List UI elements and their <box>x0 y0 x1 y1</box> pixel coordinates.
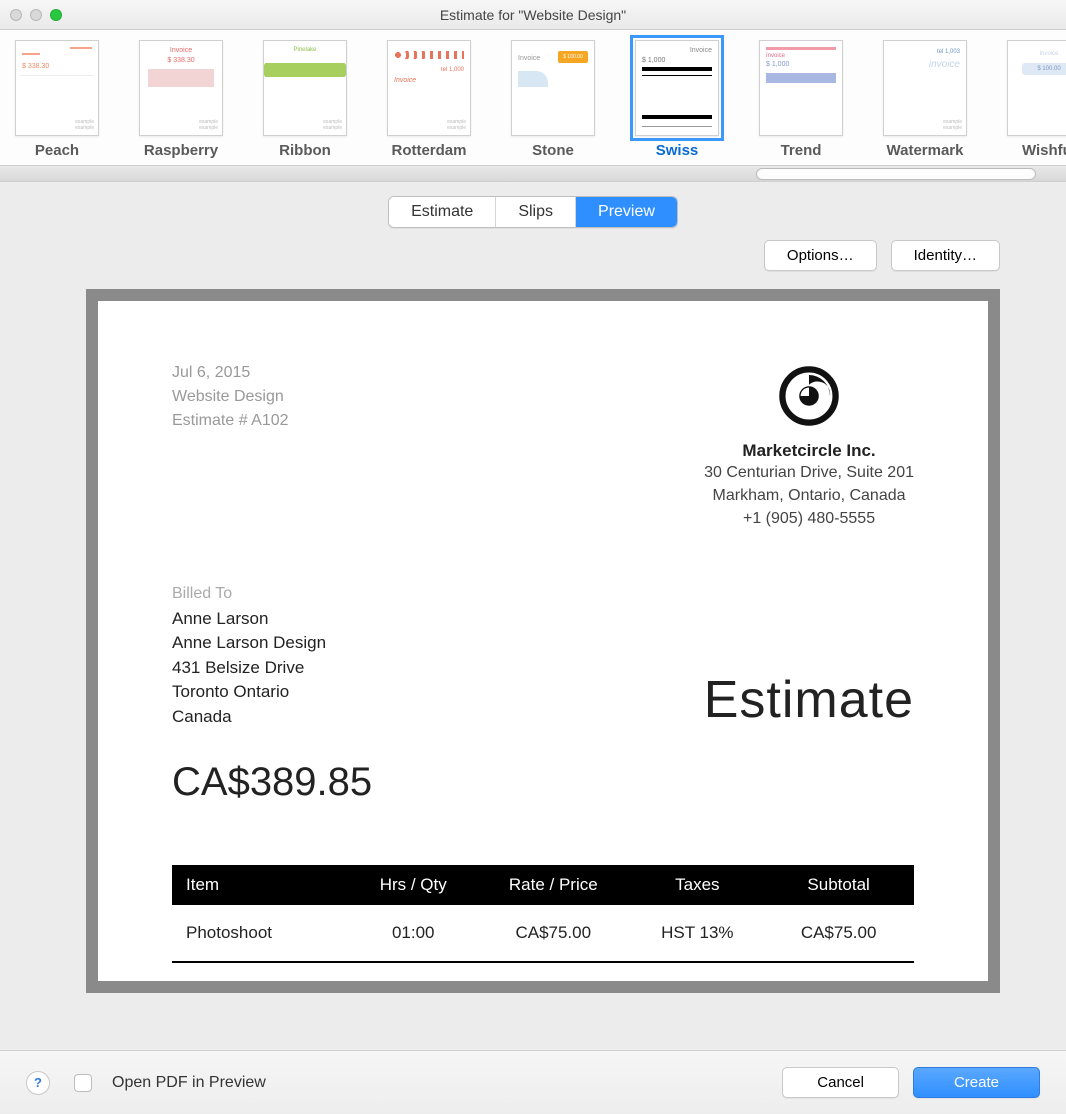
tab-preview[interactable]: Preview <box>576 197 677 227</box>
template-trend[interactable]: Invoice $ 1,000 Trend <box>754 40 848 159</box>
window-controls <box>10 9 62 21</box>
col-subtotal: Subtotal <box>763 865 914 905</box>
create-button[interactable]: Create <box>913 1067 1040 1098</box>
billto-country: Canada <box>172 705 326 730</box>
template-peach[interactable]: $ 338.30 exampleexample Peach <box>10 40 104 159</box>
titlebar: Estimate for "Website Design" <box>0 0 1066 30</box>
template-thumb: tel 1,003 invoice exampleexample <box>883 40 967 136</box>
billed-to-block: Billed To Anne Larson Anne Larson Design… <box>172 585 326 730</box>
col-taxes: Taxes <box>631 865 763 905</box>
items-table: Item Hrs / Qty Rate / Price Taxes Subtot… <box>172 865 914 981</box>
minimize-icon[interactable] <box>30 9 42 21</box>
template-label: Stone <box>532 142 574 159</box>
estimate-page: Jul 6, 2015 Website Design Estimate # A1… <box>98 301 988 981</box>
window-title: Estimate for "Website Design" <box>0 7 1066 23</box>
template-raspberry[interactable]: Invoice $ 338.30 exampleexample Raspberr… <box>134 40 228 159</box>
estimate-meta: Jul 6, 2015 Website Design Estimate # A1… <box>172 361 289 531</box>
billto-company: Anne Larson Design <box>172 631 326 656</box>
template-thumb: Invoice $ 338.30 exampleexample <box>139 40 223 136</box>
col-hrs: Hrs / Qty <box>351 865 475 905</box>
estimate-date: Jul 6, 2015 <box>172 361 289 385</box>
view-mode-segmented: Estimate Slips Preview <box>388 196 678 228</box>
template-label: Peach <box>35 142 79 159</box>
template-ribbon[interactable]: Pinelake exampleexample Ribbon <box>258 40 352 159</box>
company-logo-icon <box>774 361 844 431</box>
document-title: Estimate <box>704 670 914 730</box>
billed-to-label: Billed To <box>172 585 326 603</box>
template-label: Wishful <box>1022 142 1066 159</box>
template-thumb: $ 338.30 exampleexample <box>15 40 99 136</box>
view-mode-bar: Estimate Slips Preview <box>0 182 1066 234</box>
estimate-project: Website Design <box>172 385 289 409</box>
company-block: Marketcircle Inc. 30 Centurian Drive, Su… <box>704 361 914 531</box>
company-phone: +1 (905) 480-5555 <box>704 507 914 530</box>
billto-address1: 431 Belsize Drive <box>172 656 326 681</box>
grand-total: CA$389.85 <box>172 760 914 805</box>
template-label: Watermark <box>887 142 964 159</box>
template-scrollbar[interactable] <box>0 166 1066 182</box>
template-label: Ribbon <box>279 142 331 159</box>
template-thumb: tel 1,000 Invoice exampleexample <box>387 40 471 136</box>
template-wishful[interactable]: Invoice $ 100.00 Wishful <box>1002 40 1066 159</box>
template-stone[interactable]: $ 100.00 Invoice Stone <box>506 40 600 159</box>
close-icon[interactable] <box>10 9 22 21</box>
template-thumb: Invoice $ 100.00 <box>1007 40 1066 136</box>
company-address1: 30 Centurian Drive, Suite 201 <box>704 461 914 484</box>
tab-estimate[interactable]: Estimate <box>389 197 496 227</box>
template-strip: $ 338.30 exampleexample Peach Invoice $ … <box>0 30 1066 166</box>
options-button[interactable]: Options… <box>764 240 877 271</box>
help-button[interactable]: ? <box>26 1071 50 1095</box>
template-watermark[interactable]: tel 1,003 invoice exampleexample Waterma… <box>878 40 972 159</box>
zoom-icon[interactable] <box>50 9 62 21</box>
template-thumb: $ 100.00 Invoice <box>511 40 595 136</box>
cancel-button[interactable]: Cancel <box>782 1067 899 1098</box>
billto-address2: Toronto Ontario <box>172 680 326 705</box>
template-rotterdam[interactable]: tel 1,000 Invoice exampleexample Rotterd… <box>382 40 476 159</box>
open-pdf-checkbox[interactable] <box>74 1074 92 1092</box>
col-item: Item <box>172 865 351 905</box>
col-rate: Rate / Price <box>475 865 631 905</box>
billto-name: Anne Larson <box>172 607 326 632</box>
preview-area: Jul 6, 2015 Website Design Estimate # A1… <box>86 289 1000 993</box>
company-name: Marketcircle Inc. <box>704 441 914 461</box>
bottom-bar: ? Open PDF in Preview Cancel Create <box>0 1050 1066 1114</box>
estimate-number: Estimate # A102 <box>172 409 289 433</box>
preview-actions: Options… Identity… <box>0 234 1066 281</box>
template-thumb: Pinelake exampleexample <box>263 40 347 136</box>
open-pdf-label: Open PDF in Preview <box>112 1074 266 1092</box>
template-swiss[interactable]: Invoice $ 1,000 Swiss <box>630 40 724 159</box>
template-label: Rotterdam <box>391 142 466 159</box>
template-thumb: Invoice $ 1,000 <box>635 40 719 136</box>
template-label: Swiss <box>656 142 699 159</box>
template-label: Trend <box>781 142 822 159</box>
tab-slips[interactable]: Slips <box>496 197 576 227</box>
template-thumb: Invoice $ 1,000 <box>759 40 843 136</box>
table-row: Photoshoot 01:00 CA$75.00 HST 13% CA$75.… <box>172 905 914 962</box>
company-address2: Markham, Ontario, Canada <box>704 484 914 507</box>
table-row: Book models 01:00 CA$120.00 HST 13% CA$1… <box>172 962 914 981</box>
template-label: Raspberry <box>144 142 218 159</box>
identity-button[interactable]: Identity… <box>891 240 1000 271</box>
